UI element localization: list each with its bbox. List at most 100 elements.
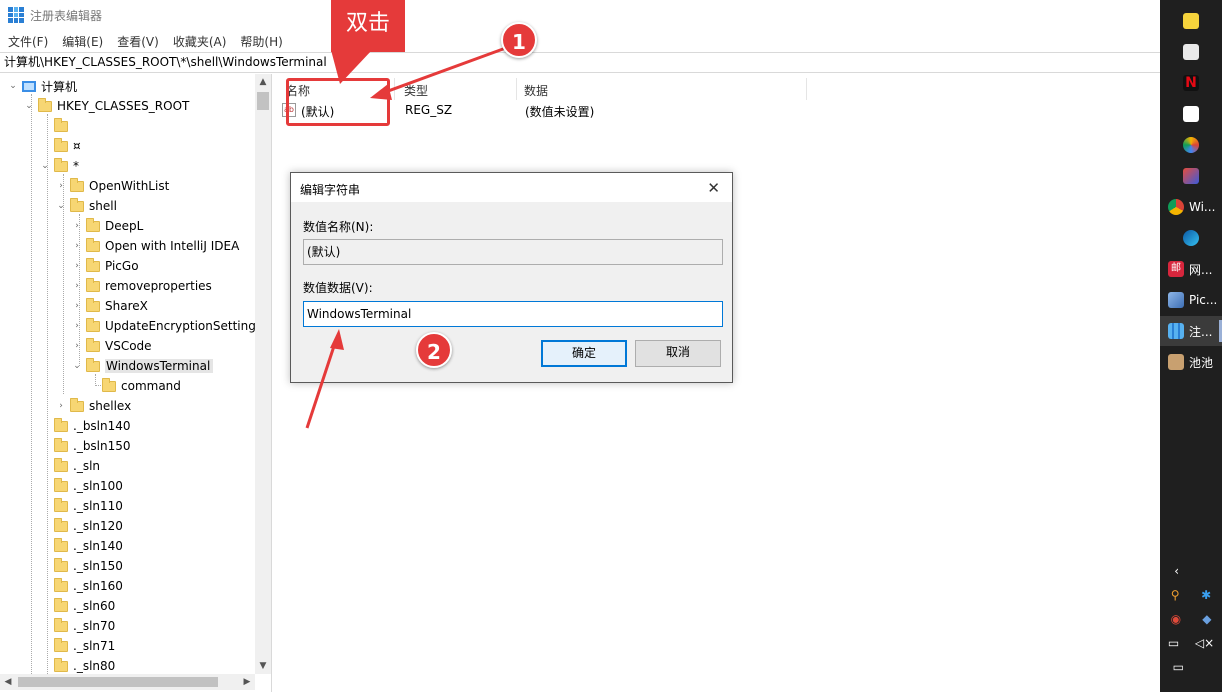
tree-item-sharex[interactable]: › ShareX — [72, 296, 148, 316]
scroll-up-icon[interactable]: ▲ — [255, 74, 271, 90]
menu-help[interactable]: 帮助(H) — [240, 33, 282, 50]
tree-item-deepl[interactable]: › DeepL — [72, 216, 143, 236]
mute-icon[interactable]: ◁× — [1195, 636, 1214, 650]
address-bar[interactable]: 计算机\HKEY_CLASSES_ROOT\*\shell\WindowsTer… — [0, 52, 1160, 73]
tree-item-openwithlist[interactable]: › OpenWithList — [56, 176, 169, 196]
tree-item-star[interactable]: ⌄ * — [40, 156, 79, 176]
scroll-left-icon[interactable]: ◀ — [0, 674, 16, 690]
menu-edit[interactable]: 编辑(E) — [62, 33, 103, 50]
tree-item-extension[interactable]: ._sln — [40, 456, 100, 476]
taskbar-item[interactable]: N — [1160, 68, 1222, 98]
chevron-down-icon[interactable]: ⌄ — [56, 201, 66, 211]
value-data-input[interactable]: WindowsTerminal — [303, 301, 723, 327]
tree-label: PicGo — [105, 259, 139, 273]
folder-icon — [86, 257, 100, 272]
tree-item-removeproperties[interactable]: › removeproperties — [72, 276, 212, 296]
folder-icon — [70, 197, 84, 212]
folder-icon — [54, 597, 68, 612]
chevron-left-icon[interactable]: ‹ — [1174, 564, 1179, 578]
battery-icon[interactable]: ▭ — [1173, 660, 1184, 674]
tree-item-extension[interactable]: ._sln150 — [40, 556, 123, 576]
scroll-thumb[interactable] — [18, 677, 218, 687]
chevron-right-icon[interactable]: › — [72, 221, 82, 231]
menu-view[interactable]: 查看(V) — [117, 33, 159, 50]
column-header-type[interactable]: 类型 — [404, 82, 428, 99]
tree-item-command[interactable]: command — [88, 376, 181, 396]
scroll-thumb[interactable] — [257, 92, 269, 110]
tree-item-intellij[interactable]: › Open with IntelliJ IDEA — [72, 236, 239, 256]
tool-icon[interactable]: ◆ — [1202, 612, 1211, 626]
cancel-button[interactable]: 取消 — [635, 340, 721, 367]
column-header-data[interactable]: 数据 — [524, 82, 548, 99]
taskbar-item[interactable] — [1160, 6, 1222, 36]
chevron-right-icon[interactable]: › — [72, 321, 82, 331]
taskbar-item[interactable] — [1160, 130, 1222, 160]
chevron-down-icon[interactable]: ⌄ — [72, 361, 82, 371]
tree-item-extension[interactable]: ._sln70 — [40, 616, 115, 636]
tree-item-extension[interactable]: ._sln60 — [40, 596, 115, 616]
search-icon[interactable]: ⚲ — [1171, 588, 1180, 602]
chevron-right-icon[interactable]: › — [56, 181, 66, 191]
taskbar-item-user[interactable]: 池池 — [1160, 347, 1222, 377]
chrome-icon — [1168, 199, 1184, 215]
tree-item-extension[interactable]: ._sln110 — [40, 496, 123, 516]
tree-item-extension[interactable]: ._bsln150 — [40, 436, 131, 456]
browser-icon[interactable]: ◉ — [1171, 612, 1181, 626]
tree-item-shell[interactable]: ⌄ shell — [56, 196, 117, 216]
taskbar-item-picgo[interactable]: Pic... — [1160, 285, 1222, 315]
chevron-right-icon[interactable]: › — [72, 261, 82, 271]
registry-tree[interactable]: ⌄ 计算机 ⌄ HKEY_CLASSES_ROOT ¤ ⌄ * › OpenWi… — [0, 74, 272, 692]
tree-item-windowsterminal[interactable]: ⌄ WindowsTerminal — [72, 356, 214, 376]
taskbar-item[interactable] — [1160, 99, 1222, 129]
taskbar-item[interactable] — [1160, 223, 1222, 253]
tree-item-vscode[interactable]: › VSCode — [72, 336, 152, 356]
menu-favorites[interactable]: 收藏夹(A) — [173, 33, 227, 50]
double-click-callout: 双击 — [331, 0, 405, 52]
star-icon[interactable]: ✱ — [1201, 588, 1211, 602]
tree-label: UpdateEncryptionSettings — [105, 319, 263, 333]
tree-item-updateencryption[interactable]: › UpdateEncryptionSettings — [72, 316, 262, 336]
chevron-down-icon[interactable]: ⌄ — [40, 161, 50, 171]
tree-item-picgo[interactable]: › PicGo — [72, 256, 139, 276]
tree-item-blank[interactable] — [40, 116, 73, 136]
chevron-down-icon[interactable]: ⌄ — [24, 101, 34, 111]
tree-item-computer[interactable]: ⌄ 计算机 — [8, 76, 77, 96]
close-icon[interactable]: ✕ — [707, 179, 720, 197]
taskbar-item[interactable] — [1160, 37, 1222, 67]
note-icon — [1183, 106, 1199, 122]
tree-vertical-scrollbar[interactable]: ▲ ▼ — [255, 74, 271, 674]
chevron-right-icon[interactable]: › — [72, 281, 82, 291]
tree-item-extension[interactable]: ._sln71 — [40, 636, 115, 656]
values-list[interactable]: 名称 类型 数据 ab (默认) REG_SZ (数值未设置) — [276, 74, 1160, 692]
scroll-right-icon[interactable]: ▶ — [239, 674, 255, 690]
taskbar-item-regedit[interactable]: 注... — [1160, 316, 1222, 346]
tree-item-extension[interactable]: ._sln80 — [40, 656, 115, 676]
taskbar-item-netease[interactable]: 邮 网... — [1160, 254, 1222, 284]
tree-item-extension[interactable]: ._sln120 — [40, 516, 123, 536]
title-bar: 注册表编辑器 — [0, 0, 1160, 30]
chevron-right-icon[interactable]: › — [72, 241, 82, 251]
list-row-default[interactable]: ab (默认) REG_SZ (数值未设置) — [276, 100, 1160, 120]
value-data: (数值未设置) — [525, 105, 595, 119]
window-title: 注册表编辑器 — [30, 8, 103, 23]
network-icon[interactable]: ▭ — [1168, 636, 1179, 650]
chevron-down-icon[interactable]: ⌄ — [8, 81, 18, 91]
folder-icon — [54, 437, 68, 452]
tree-item-hkcr[interactable]: ⌄ HKEY_CLASSES_ROOT — [24, 96, 189, 116]
tree-item-blank-2[interactable]: ¤ — [40, 136, 81, 156]
tree-item-extension[interactable]: ._bsln140 — [40, 416, 131, 436]
chevron-right-icon[interactable]: › — [72, 301, 82, 311]
tree-item-extension[interactable]: ._sln160 — [40, 576, 123, 596]
tree-label: ._bsln150 — [73, 439, 131, 453]
ok-button[interactable]: 确定 — [541, 340, 627, 367]
scroll-down-icon[interactable]: ▼ — [255, 658, 271, 674]
menu-file[interactable]: 文件(F) — [8, 33, 48, 50]
tree-horizontal-scrollbar[interactable]: ◀ ▶ — [0, 674, 255, 690]
tree-item-extension[interactable]: ._sln140 — [40, 536, 123, 556]
tree-item-shellex[interactable]: › shellex — [56, 396, 131, 416]
taskbar-item[interactable] — [1160, 161, 1222, 191]
chevron-right-icon[interactable]: › — [72, 341, 82, 351]
chevron-right-icon[interactable]: › — [56, 401, 66, 411]
tree-item-extension[interactable]: ._sln100 — [40, 476, 123, 496]
taskbar-item-chrome[interactable]: Wi... — [1160, 192, 1222, 222]
